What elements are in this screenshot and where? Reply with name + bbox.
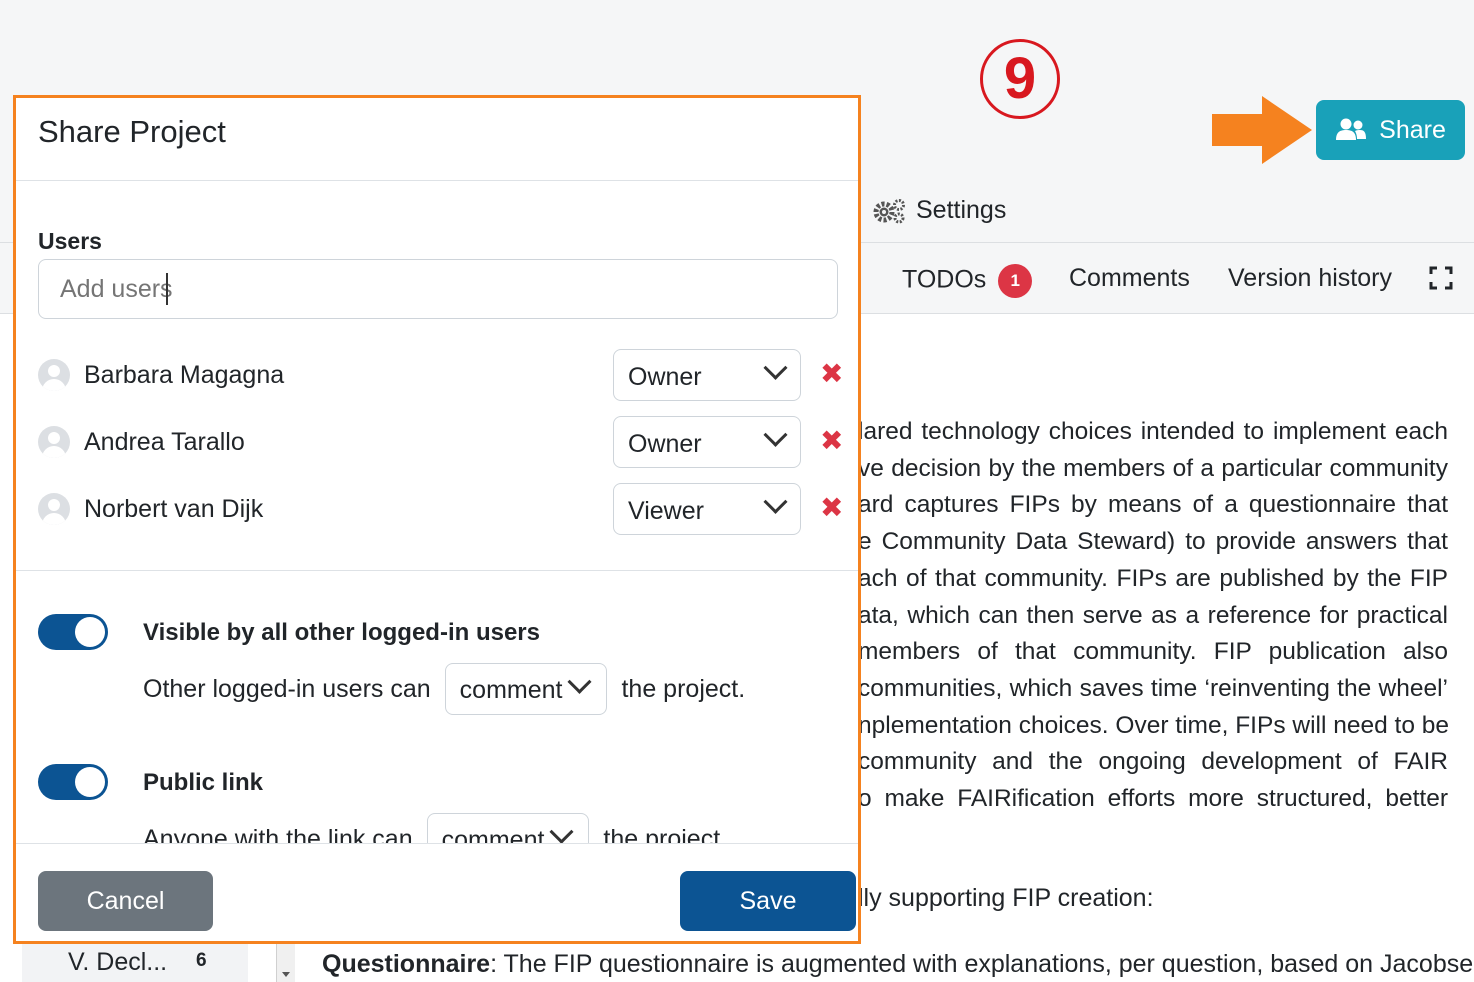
- document-line: communities, which saves time ‘reinventi…: [858, 674, 1448, 702]
- settings-link[interactable]: Settings: [872, 196, 1006, 225]
- user-role-select[interactable]: Owner: [613, 416, 801, 468]
- document-line: members of that community. FIP publicati…: [858, 638, 1448, 666]
- logged-in-permission-value: comment: [459, 676, 563, 704]
- user-role-select[interactable]: Owner: [613, 349, 801, 401]
- cancel-button[interactable]: Cancel: [38, 871, 213, 931]
- fullscreen-icon[interactable]: [1429, 266, 1453, 290]
- chevron-down-icon: [763, 355, 788, 380]
- document-questionnaire-line: Questionnaire: The FIP questionnaire is …: [322, 950, 1474, 979]
- remove-user-icon[interactable]: ✖: [820, 491, 843, 524]
- questionnaire-description: : The FIP questionnaire is augmented wit…: [490, 950, 1474, 978]
- visible-to-logged-in-toggle[interactable]: [38, 614, 108, 650]
- share-button-label: Share: [1379, 115, 1446, 144]
- visible-option-row: Other logged-in users can comment the pr…: [143, 663, 745, 715]
- scroll-down-icon[interactable]: [282, 972, 290, 978]
- remove-user-icon[interactable]: ✖: [820, 357, 843, 390]
- visible-option-title: Visible by all other logged-in users: [143, 619, 540, 646]
- document-body: lared technology choices intended to imp…: [858, 414, 1448, 818]
- sidebar-item-count: 6: [196, 950, 207, 971]
- modal-title: Share Project: [38, 114, 226, 149]
- avatar: [38, 426, 70, 458]
- tab-comments[interactable]: Comments: [1069, 264, 1190, 293]
- tab-version-history[interactable]: Version history: [1228, 264, 1392, 293]
- document-line: o make FAIRification efforts more struct…: [858, 785, 1448, 813]
- chevron-down-icon: [549, 819, 574, 844]
- public-link-toggle[interactable]: [38, 764, 108, 800]
- document-line: lared technology choices intended to imp…: [858, 418, 1448, 445]
- save-button[interactable]: Save: [680, 871, 856, 931]
- document-line: community and the ongoing development of…: [858, 748, 1448, 776]
- share-project-modal: Share Project Users Barbara Magagna Owne…: [13, 95, 861, 944]
- scrollbar[interactable]: [276, 942, 295, 982]
- user-role-select[interactable]: Viewer: [613, 483, 801, 535]
- logged-in-permission-select[interactable]: comment: [444, 663, 608, 715]
- sidebar-item-label: V. Decl...: [68, 948, 168, 976]
- modal-footer: Cancel Save: [16, 843, 858, 941]
- tab-todos-label: TODOs: [902, 265, 987, 294]
- visible-text-before: Other logged-in users can: [143, 674, 431, 703]
- document-line: ve decision by the members of a particul…: [858, 454, 1448, 482]
- document-line: ach of that community. FIPs are publishe…: [858, 564, 1448, 592]
- user-row: Andrea Tarallo Owner ✖: [38, 416, 848, 468]
- avatar: [38, 493, 70, 525]
- user-name: Barbara Magagna: [84, 361, 285, 389]
- visible-text-after: the project.: [621, 674, 746, 703]
- todos-count-badge: 1: [998, 264, 1033, 298]
- user-name: Norbert van Dijk: [84, 495, 264, 523]
- users-label: Users: [38, 228, 102, 254]
- document-line: nplementation choices. Over time, FIPs w…: [858, 711, 1448, 739]
- chevron-down-icon: [763, 489, 788, 514]
- document-support-line: lly supporting FIP creation:: [858, 884, 1154, 912]
- questionnaire-term: Questionnaire: [322, 950, 491, 978]
- avatar: [38, 359, 70, 391]
- chevron-down-icon: [763, 422, 788, 447]
- modal-header-divider: [16, 180, 858, 181]
- arrow-right-icon: [1212, 96, 1312, 164]
- user-role-value: Viewer: [628, 497, 704, 525]
- modal-section-divider: [16, 570, 858, 571]
- chevron-down-icon: [567, 669, 593, 694]
- text-cursor: [166, 273, 168, 305]
- document-line: ata, which can then serve as a reference…: [858, 601, 1448, 629]
- user-row: Norbert van Dijk Viewer ✖: [38, 483, 848, 535]
- step-number-marker: 9: [980, 39, 1060, 119]
- user-role-value: Owner: [628, 430, 702, 458]
- settings-label: Settings: [916, 196, 1007, 224]
- tab-todos[interactable]: TODOs 1: [902, 264, 1033, 298]
- user-row: Barbara Magagna Owner ✖: [38, 349, 848, 401]
- add-users-input[interactable]: [38, 259, 838, 319]
- remove-user-icon[interactable]: ✖: [820, 424, 843, 457]
- tab-comments-label: Comments: [1069, 264, 1190, 292]
- user-role-value: Owner: [628, 363, 702, 391]
- sidebar-item-chapter-v[interactable]: V. Decl... 6: [22, 942, 248, 982]
- user-name: Andrea Tarallo: [84, 428, 245, 456]
- document-line: e Community Data Steward) to provide ans…: [858, 528, 1448, 556]
- users-icon: [1336, 118, 1367, 140]
- share-button[interactable]: Share: [1316, 100, 1465, 160]
- gears-icon: [873, 198, 905, 223]
- document-line: ard captures FIPs by means of a question…: [858, 491, 1448, 519]
- tab-version-history-label: Version history: [1228, 264, 1392, 292]
- public-link-title: Public link: [143, 769, 264, 796]
